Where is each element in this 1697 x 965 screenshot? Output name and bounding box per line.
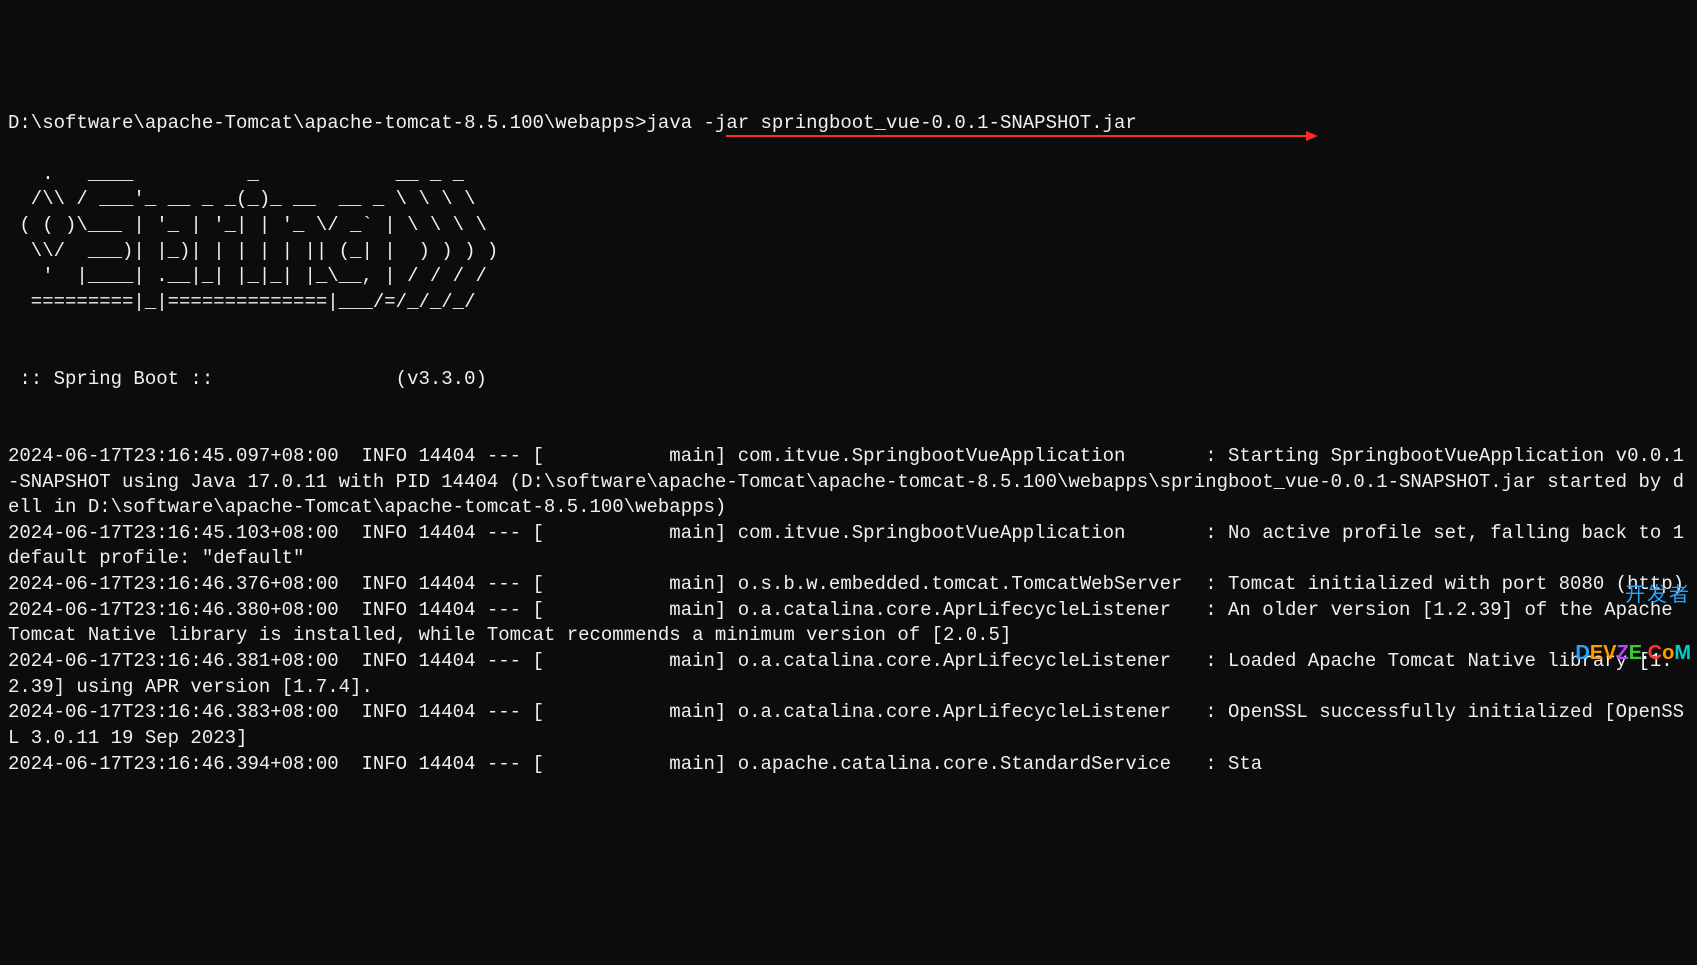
log-line: 2024-06-17T23:16:45.097+08:00 INFO 14404… [8, 445, 1684, 518]
log-line: 2024-06-17T23:16:46.380+08:00 INFO 14404… [8, 599, 1684, 647]
log-line: 2024-06-17T23:16:46.376+08:00 INFO 14404… [8, 573, 1684, 595]
log-line: 2024-06-17T23:16:45.103+08:00 INFO 14404… [8, 522, 1695, 570]
log-line: 2024-06-17T23:16:46.381+08:00 INFO 14404… [8, 650, 1673, 698]
prompt-command: java -jar springboot_vue-0.0.1-SNAPSHOT.… [647, 112, 1137, 134]
spring-banner: . ____ _ __ _ _ /\\ / ___'_ __ _ _(_)_ _… [8, 162, 1689, 316]
arrow-right-icon [1306, 131, 1318, 141]
log-line: 2024-06-17T23:16:46.383+08:00 INFO 14404… [8, 701, 1684, 749]
command-prompt-line[interactable]: D:\software\apache-Tomcat\apache-tomcat-… [8, 111, 1689, 137]
log-output: 2024-06-17T23:16:45.097+08:00 INFO 14404… [8, 418, 1689, 777]
log-line: 2024-06-17T23:16:46.394+08:00 INFO 14404… [8, 753, 1262, 775]
spring-version-line: :: Spring Boot :: (v3.3.0) [8, 341, 1689, 392]
prompt-path: D:\software\apache-Tomcat\apache-tomcat-… [8, 112, 647, 134]
command-underline-annotation [726, 135, 1306, 137]
